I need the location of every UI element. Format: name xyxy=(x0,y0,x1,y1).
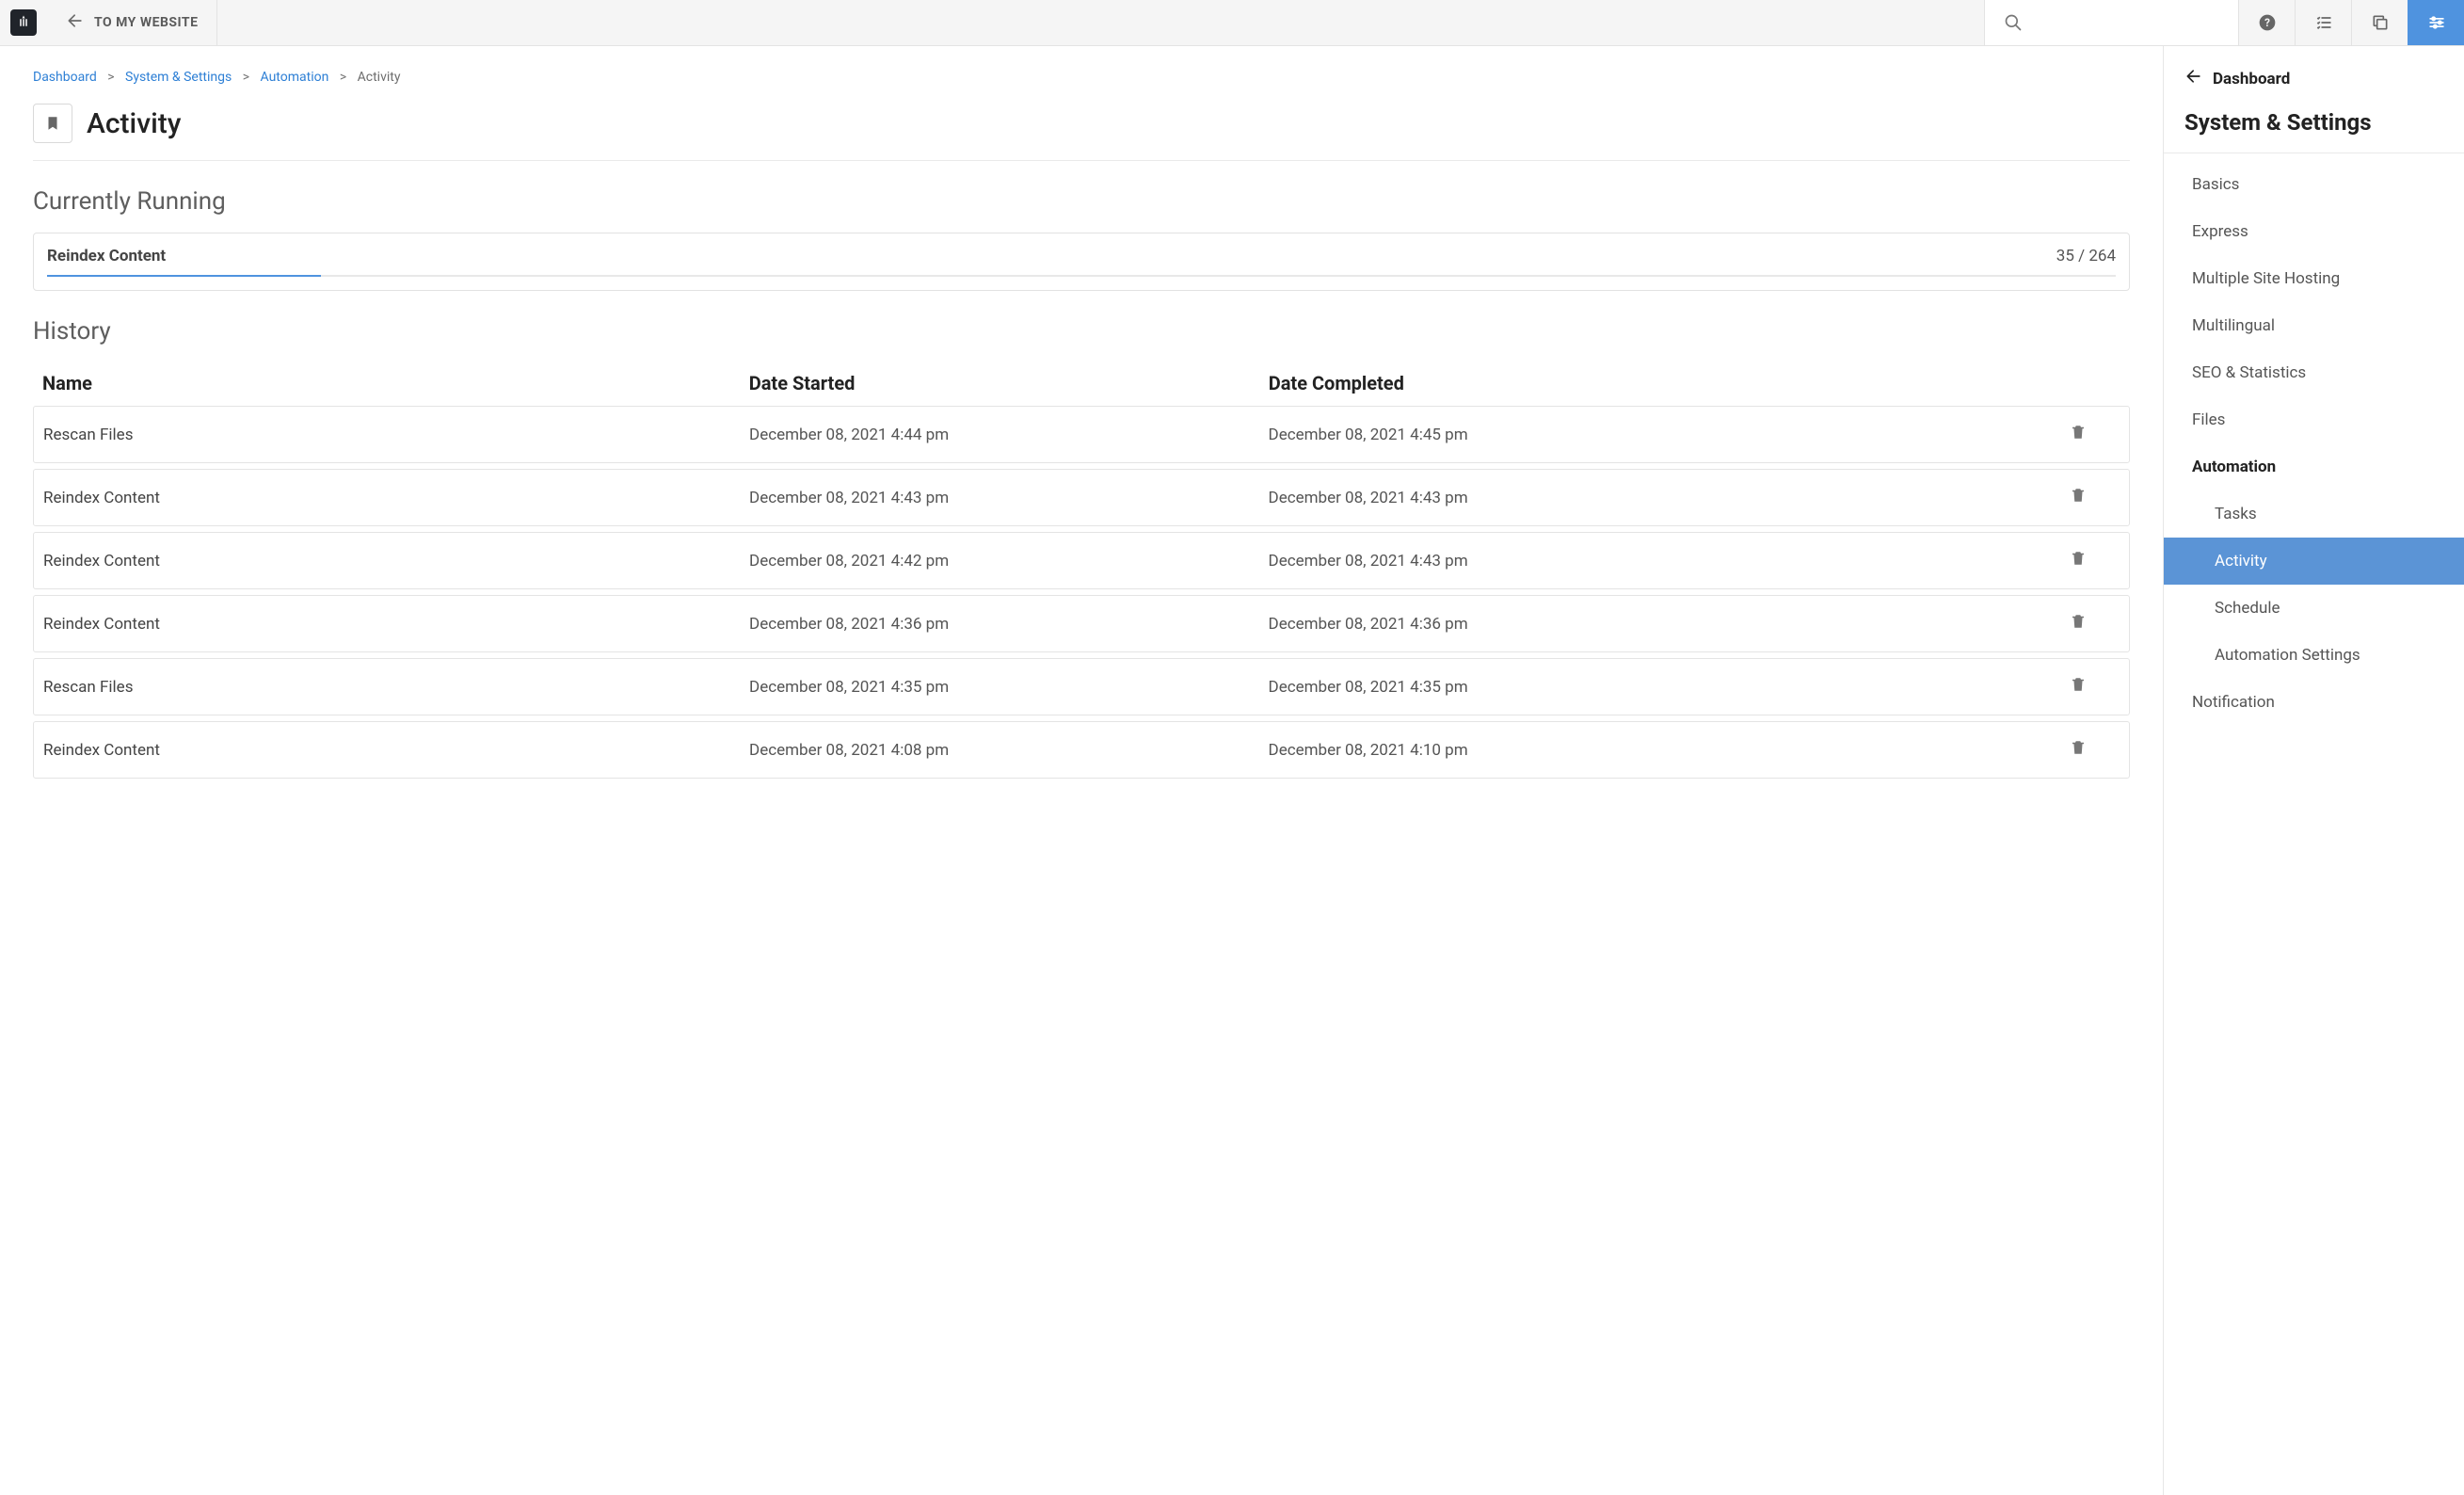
breadcrumb-link[interactable]: Dashboard xyxy=(33,70,97,85)
side-nav-item[interactable]: Files xyxy=(2164,396,2464,443)
back-to-dashboard-link[interactable]: Dashboard xyxy=(2164,46,2464,98)
bookmark-icon xyxy=(44,115,61,132)
side-panel-title: System & Settings xyxy=(2164,98,2464,153)
side-nav-item[interactable]: Tasks xyxy=(2164,490,2464,538)
trash-icon xyxy=(2070,742,2087,761)
delete-history-button[interactable] xyxy=(2070,616,2087,635)
history-row: Reindex ContentDecember 08, 2021 4:42 pm… xyxy=(33,532,2130,589)
history-row-started: December 08, 2021 4:36 pm xyxy=(749,615,1269,634)
copy-icon xyxy=(2371,13,2390,32)
back-to-site-link[interactable]: TO MY WEBSITE xyxy=(47,0,217,45)
history-row-started: December 08, 2021 4:35 pm xyxy=(749,678,1269,697)
history-row-name: Reindex Content xyxy=(43,741,749,760)
history-row: Rescan FilesDecember 08, 2021 4:35 pmDec… xyxy=(33,658,2130,715)
back-to-dashboard-label: Dashboard xyxy=(2213,70,2290,88)
trash-icon xyxy=(2070,616,2087,635)
search-box[interactable] xyxy=(1984,0,2238,45)
history-header-row: Name Date Started Date Completed xyxy=(33,362,2130,406)
trash-icon xyxy=(2070,490,2087,508)
history-row-name: Rescan Files xyxy=(43,678,749,697)
running-progress-text: 35 / 264 xyxy=(2056,247,2116,265)
progress-track xyxy=(47,275,2116,277)
delete-history-button[interactable] xyxy=(2070,490,2087,508)
list-icon xyxy=(2314,13,2333,32)
topbar-spacer xyxy=(217,0,1984,45)
logo-box xyxy=(0,0,47,45)
side-nav-item[interactable]: SEO & Statistics xyxy=(2164,349,2464,396)
history-row-started: December 08, 2021 4:42 pm xyxy=(749,552,1269,571)
side-panel: Dashboard System & Settings BasicsExpres… xyxy=(2163,46,2464,1495)
page-title: Activity xyxy=(87,107,181,140)
breadcrumb-separator: > xyxy=(340,70,346,85)
side-nav-item[interactable]: Activity xyxy=(2164,538,2464,585)
trash-icon xyxy=(2070,553,2087,571)
history-row-started: December 08, 2021 4:44 pm xyxy=(749,426,1269,444)
top-bar: TO MY WEBSITE ? xyxy=(0,0,2464,46)
history-row-completed: December 08, 2021 4:45 pm xyxy=(1269,426,1788,444)
delete-history-button[interactable] xyxy=(2070,679,2087,698)
delete-history-button[interactable] xyxy=(2070,742,2087,761)
history-row-completed: December 08, 2021 4:36 pm xyxy=(1269,615,1788,634)
side-nav-item[interactable]: Automation Settings xyxy=(2164,632,2464,679)
page-title-row: Activity xyxy=(33,104,2130,161)
delete-history-button[interactable] xyxy=(2070,553,2087,571)
history-row-name: Reindex Content xyxy=(43,615,749,634)
trash-icon xyxy=(2070,679,2087,698)
side-nav-item[interactable]: Multiple Site Hosting xyxy=(2164,255,2464,302)
history-row: Reindex ContentDecember 08, 2021 4:08 pm… xyxy=(33,721,2130,779)
side-nav-item[interactable]: Notification xyxy=(2164,679,2464,726)
history-row-completed: December 08, 2021 4:43 pm xyxy=(1269,552,1788,571)
breadcrumb: Dashboard > System & Settings > Automati… xyxy=(33,70,2130,85)
arrow-left-icon xyxy=(2184,67,2203,90)
help-button[interactable]: ? xyxy=(2238,0,2295,45)
side-nav-item: Automation xyxy=(2164,443,2464,490)
side-nav-item[interactable]: Multilingual xyxy=(2164,302,2464,349)
arrow-left-icon xyxy=(66,11,85,35)
settings-panel-button[interactable] xyxy=(2408,0,2464,45)
history-row-started: December 08, 2021 4:08 pm xyxy=(749,741,1269,760)
copy-button[interactable] xyxy=(2351,0,2408,45)
trash-icon xyxy=(2070,426,2087,445)
history-row: Reindex ContentDecember 08, 2021 4:43 pm… xyxy=(33,469,2130,526)
history-row-name: Rescan Files xyxy=(43,426,749,444)
history-row: Reindex ContentDecember 08, 2021 4:36 pm… xyxy=(33,595,2130,652)
sliders-icon xyxy=(2427,13,2446,32)
content-column: Dashboard > System & Settings > Automati… xyxy=(0,46,2163,1495)
history-col-name: Name xyxy=(42,372,749,394)
side-nav-item[interactable]: Basics xyxy=(2164,161,2464,208)
breadcrumb-separator: > xyxy=(243,70,249,85)
side-nav: BasicsExpressMultiple Site HostingMultil… xyxy=(2164,153,2464,726)
side-nav-item[interactable]: Express xyxy=(2164,208,2464,255)
delete-history-button[interactable] xyxy=(2070,426,2087,445)
running-task-name: Reindex Content xyxy=(47,247,166,265)
history-row-completed: December 08, 2021 4:43 pm xyxy=(1269,489,1788,507)
app-logo[interactable] xyxy=(10,9,37,36)
search-icon xyxy=(2004,13,2023,32)
history-row-started: December 08, 2021 4:43 pm xyxy=(749,489,1269,507)
history-section-heading: History xyxy=(33,317,2130,346)
bookmark-button[interactable] xyxy=(33,104,72,143)
history-col-completed: Date Completed xyxy=(1269,372,1788,394)
history-row: Rescan FilesDecember 08, 2021 4:44 pmDec… xyxy=(33,406,2130,463)
history-row-name: Reindex Content xyxy=(43,489,749,507)
history-row-completed: December 08, 2021 4:35 pm xyxy=(1269,678,1788,697)
running-task-card: Reindex Content 35 / 264 xyxy=(33,233,2130,291)
breadcrumb-link[interactable]: Automation xyxy=(261,70,329,85)
history-row-completed: December 08, 2021 4:10 pm xyxy=(1269,741,1788,760)
history-row-name: Reindex Content xyxy=(43,552,749,571)
breadcrumb-link[interactable]: System & Settings xyxy=(125,70,232,85)
help-icon: ? xyxy=(2258,13,2277,32)
back-to-site-label: TO MY WEBSITE xyxy=(94,15,198,30)
history-col-actions xyxy=(1788,372,2120,394)
history-col-started: Date Started xyxy=(749,372,1269,394)
running-section-heading: Currently Running xyxy=(33,187,2130,216)
list-button[interactable] xyxy=(2295,0,2351,45)
progress-fill xyxy=(47,275,321,277)
breadcrumb-separator: > xyxy=(107,70,114,85)
svg-text:?: ? xyxy=(2264,16,2270,29)
side-nav-item[interactable]: Schedule xyxy=(2164,585,2464,632)
breadcrumb-current: Activity xyxy=(358,70,401,85)
